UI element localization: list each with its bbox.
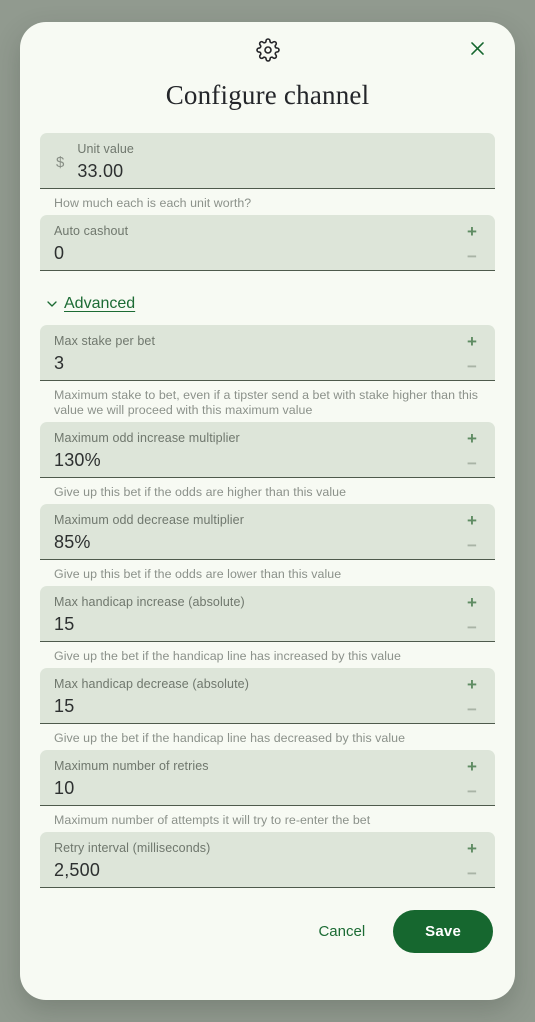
field-row[interactable]: Maximum odd increase multiplier 130% + − (40, 422, 495, 478)
helper-text: Give up the bet if the handicap line has… (54, 731, 406, 745)
save-button[interactable]: Save (393, 910, 493, 953)
increment-button[interactable]: + (463, 592, 481, 613)
field-row[interactable]: Retry interval (milliseconds) 2,500 + − (40, 832, 495, 888)
cancel-button[interactable]: Cancel (306, 913, 377, 950)
close-icon (468, 39, 487, 61)
helper-text: Give up this bet if the odds are lower t… (54, 567, 342, 581)
decrement-button[interactable]: − (463, 453, 481, 474)
helper-text: Maximum stake to bet, even if a tipster … (54, 388, 479, 417)
decrement-button[interactable]: − (463, 246, 481, 267)
field-block: Max stake per bet 3 + − Maximum stake to bet… (40, 325, 495, 418)
field-label: Maximum odd decrease multiplier (54, 513, 244, 527)
field-auto-cashout[interactable]: Auto cashout 0 + − (40, 215, 495, 271)
decrement-button[interactable]: − (463, 863, 481, 884)
field-value-input[interactable]: 130% (54, 447, 481, 473)
advanced-fields-list: Max stake per bet 3 + − Maximum stake to bet… (40, 325, 495, 888)
currency-prefix: $ (56, 154, 65, 171)
stepper: + − (459, 674, 485, 720)
stepper: + − (459, 592, 485, 638)
page-title: Configure channel (165, 80, 370, 110)
field-label: Unit value (77, 142, 134, 156)
decrement-button[interactable]: − (463, 699, 481, 720)
helper-text: Maximum number of attempts it will try t… (54, 813, 371, 827)
chevron-down-icon (44, 296, 60, 312)
decrement-button[interactable]: − (463, 781, 481, 802)
decrement-button[interactable]: − (463, 617, 481, 638)
stepper: + − (459, 428, 485, 474)
field-value-input[interactable]: 3 (54, 350, 481, 376)
field-block-auto-cashout: Auto cashout 0 + − (40, 215, 495, 271)
increment-button[interactable]: + (463, 756, 481, 777)
advanced-label: Advanced (64, 295, 136, 312)
field-unit-value[interactable]: $ Unit value 33.00 (40, 133, 495, 189)
stepper: + − (459, 510, 485, 556)
gear-icon (255, 38, 280, 62)
advanced-toggle[interactable]: Advanced (44, 295, 135, 313)
field-value-input[interactable]: 85% (54, 529, 481, 555)
field-block: Maximum odd decrease multiplier 85% + − Give… (40, 504, 495, 582)
field-value-input[interactable]: 15 (54, 611, 481, 637)
field-label: Retry interval (milliseconds) (54, 841, 211, 855)
field-label: Max handicap increase (absolute) (54, 595, 245, 609)
stepper: + − (459, 221, 485, 267)
dialog-footer: Cancel Save (40, 910, 495, 953)
field-row[interactable]: Maximum odd decrease multiplier 85% + − (40, 504, 495, 560)
helper-text: Give up this bet if the odds are higher … (54, 485, 347, 499)
helper-text: Give up the bet if the handicap line has… (54, 649, 401, 663)
field-row[interactable]: Max stake per bet 3 + − (40, 325, 495, 381)
decrement-button[interactable]: − (463, 535, 481, 556)
stepper: + − (459, 331, 485, 377)
field-block: Max handicap increase (absolute) 15 + − Give… (40, 586, 495, 664)
field-block: Maximum number of retries 10 + − Maximum num… (40, 750, 495, 828)
field-block: Max handicap decrease (absolute) 15 + − Give… (40, 668, 495, 746)
helper-text: How much each is each unit worth? (54, 196, 252, 210)
increment-button[interactable]: + (463, 221, 481, 242)
field-label: Maximum odd increase multiplier (54, 431, 240, 445)
field-block-unit-value: $ Unit value 33.00 How much each is each… (40, 133, 495, 211)
field-label: Maximum number of retries (54, 759, 209, 773)
increment-button[interactable]: + (463, 838, 481, 859)
increment-button[interactable]: + (463, 428, 481, 449)
increment-button[interactable]: + (463, 331, 481, 352)
field-block: Maximum odd increase multiplier 130% + − Giv… (40, 422, 495, 500)
auto-cashout-input[interactable]: 0 (54, 240, 481, 266)
field-row[interactable]: Maximum number of retries 10 + − (40, 750, 495, 806)
field-row[interactable]: Max handicap decrease (absolute) 15 + − (40, 668, 495, 724)
field-label: Auto cashout (54, 224, 129, 238)
dialog-header (40, 22, 495, 74)
increment-button[interactable]: + (463, 674, 481, 695)
field-row[interactable]: Max handicap increase (absolute) 15 + − (40, 586, 495, 642)
field-value-input[interactable]: 10 (54, 775, 481, 801)
decrement-button[interactable]: − (463, 356, 481, 377)
unit-value-input[interactable]: 33.00 (77, 158, 481, 184)
field-value-input[interactable]: 2,500 (54, 857, 481, 883)
increment-button[interactable]: + (463, 510, 481, 531)
field-label: Max stake per bet (54, 334, 156, 348)
configure-channel-dialog: Configure channel $ Unit value 33.00 How… (20, 22, 515, 1000)
stepper: + − (459, 838, 485, 884)
stepper: + − (459, 756, 485, 802)
field-label: Max handicap decrease (absolute) (54, 677, 249, 691)
field-block: Retry interval (milliseconds) 2,500 + − (40, 832, 495, 888)
close-button[interactable] (463, 36, 491, 64)
field-value-input[interactable]: 15 (54, 693, 481, 719)
